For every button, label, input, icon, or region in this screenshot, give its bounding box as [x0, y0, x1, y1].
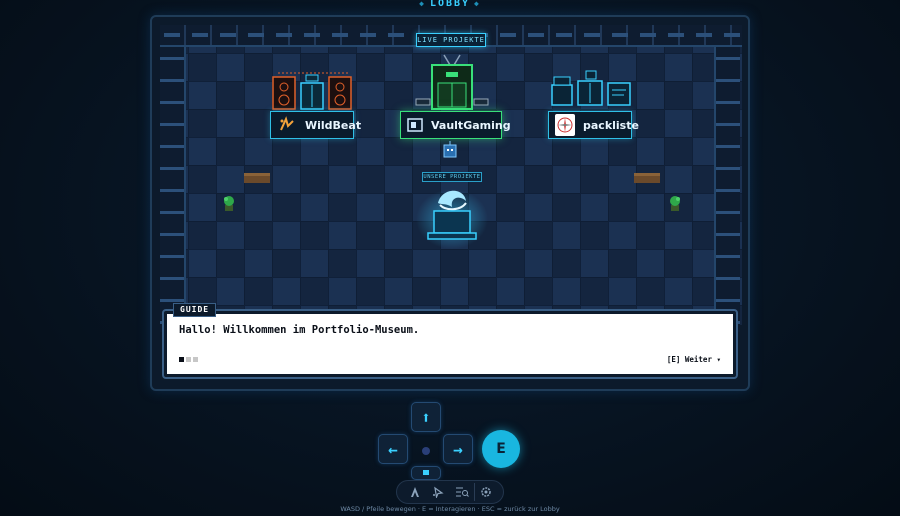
interact-button[interactable]: E [482, 430, 520, 468]
wildbeat-logo-icon [277, 114, 297, 136]
vaultgaming-logo-icon [407, 114, 423, 136]
search-list-icon[interactable] [451, 483, 473, 501]
dialog-continue-button[interactable]: [E] Weiter ▾ [667, 355, 721, 364]
move-down-button[interactable] [411, 466, 441, 480]
move-left-button[interactable]: ← [378, 434, 408, 464]
guide-robot-character[interactable] [442, 141, 458, 159]
sparkle-cursor-icon[interactable] [427, 483, 449, 501]
dialog-page-indicator [179, 357, 198, 362]
exhibit-wildbeat[interactable]: WildBeat [270, 111, 361, 139]
accessibility-icon[interactable] [404, 483, 426, 501]
packliste-displays[interactable] [550, 69, 632, 109]
dialog-speaker-tag: GUIDE [173, 303, 217, 317]
bench-left [244, 173, 270, 183]
left-wall [160, 47, 186, 332]
packliste-compass-icon [555, 114, 575, 136]
bench-right [634, 173, 660, 183]
move-up-button[interactable]: ⬆ [411, 402, 441, 432]
plant-left-icon [224, 196, 234, 211]
exhibit-packliste[interactable]: packliste [548, 111, 639, 139]
wildbeat-speakers[interactable] [272, 71, 354, 111]
dpad-center [422, 447, 430, 455]
room-title-text: LOBBY [429, 0, 471, 9]
bottom-toolbar [396, 480, 504, 504]
plant-right-icon [670, 196, 680, 211]
down-arrow-icon [423, 470, 429, 475]
exhibit-packliste-label: packliste [583, 118, 639, 132]
exhibit-wildbeat-label: WildBeat [305, 118, 362, 132]
room-title: ◆ LOBBY ◆ [419, 0, 481, 9]
controls-hint: WASD / Pfeile bewegen · E = Interagieren… [340, 505, 560, 513]
guide-dialog-box[interactable]: Hallo! Willkommen im Portfolio-Museum. [… [162, 309, 738, 379]
own-project-pedestal[interactable] [416, 181, 488, 251]
dialog-page-dot [179, 357, 184, 362]
live-projects-sign: LIVE PROJEKTE [416, 33, 486, 47]
move-right-button[interactable]: → [443, 434, 473, 464]
dialog-text: Hallo! Willkommen im Portfolio-Museum. [179, 324, 420, 336]
dialog-page-dot [193, 357, 198, 362]
dialog-page-dot [186, 357, 191, 362]
exhibit-vaultgaming-label: VaultGaming [431, 118, 511, 132]
vaultgaming-arcade[interactable] [414, 53, 490, 111]
right-wall [714, 47, 740, 332]
settings-icon[interactable] [474, 483, 496, 501]
exhibit-vaultgaming[interactable]: VaultGaming [400, 111, 511, 139]
